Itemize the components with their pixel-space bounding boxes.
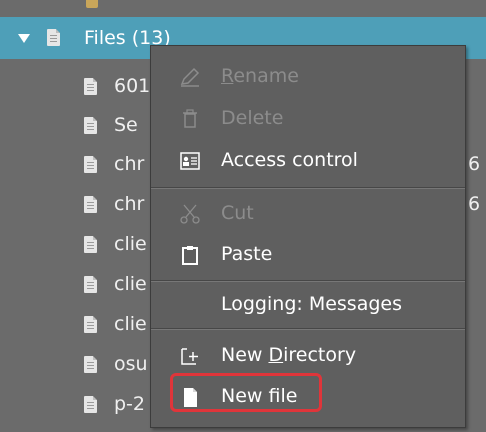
folder-icon [86,0,98,8]
tree-row-value: 6 [468,153,481,175]
menu-item-label: New Directory [221,344,357,366]
trash-icon [183,109,197,128]
tree-row-label: chr [114,153,145,175]
tree-row-label: osu [114,353,148,375]
file-icon [84,78,97,95]
tree-row-label: clie [114,233,147,255]
file-group-icon [47,29,60,46]
pencil-icon [180,67,200,87]
tree-row-value: 6 [468,193,481,215]
menu-item-logging-messages[interactable]: Logging: Messages [151,285,465,325]
new-folder-icon [181,348,198,365]
access-control-icon [180,152,200,170]
menu-item-cut[interactable]: Cut [151,194,465,234]
tree-row-label: Se [114,114,138,136]
menu-separator [151,280,465,282]
file-icon [84,356,97,373]
file-icon [84,396,97,413]
file-icon [84,156,97,173]
menu-item-label: Paste [221,243,273,265]
menu-item-access-control[interactable]: Access control [151,141,465,181]
tree-row-label: clie [114,313,147,335]
scissors-icon [180,204,200,224]
file-icon [84,276,97,293]
tree-row-label: 601 [114,75,151,97]
file-icon [84,236,97,253]
menu-item-label: Delete [221,107,284,129]
tree-row-label: p-2 [114,393,146,415]
menu-item-paste[interactable]: Paste [151,235,465,275]
expand-arrow-icon[interactable] [18,34,30,43]
menu-item-rename[interactable]: Rename [151,57,465,97]
menu-item-label: Rename [221,65,299,87]
menu-item-new-directory[interactable]: New Directory [151,336,465,376]
menu-item-delete[interactable]: Delete [151,99,465,139]
tree-row-label: clie [114,273,147,295]
menu-item-label: Logging: Messages [221,293,402,315]
file-icon [84,196,97,213]
context-menu: Rename Delete Access control Cut Paste L… [150,45,466,428]
highlight-outline [170,373,322,412]
file-icon [84,316,97,333]
menu-item-label: Cut [221,202,254,224]
menu-separator [151,187,465,189]
tree-row-partial[interactable] [0,0,486,14]
tree-row-label: chr [114,193,145,215]
clipboard-icon [182,246,198,265]
file-icon [84,117,97,134]
menu-separator [151,328,465,330]
menu-item-label: Access control [221,149,358,171]
